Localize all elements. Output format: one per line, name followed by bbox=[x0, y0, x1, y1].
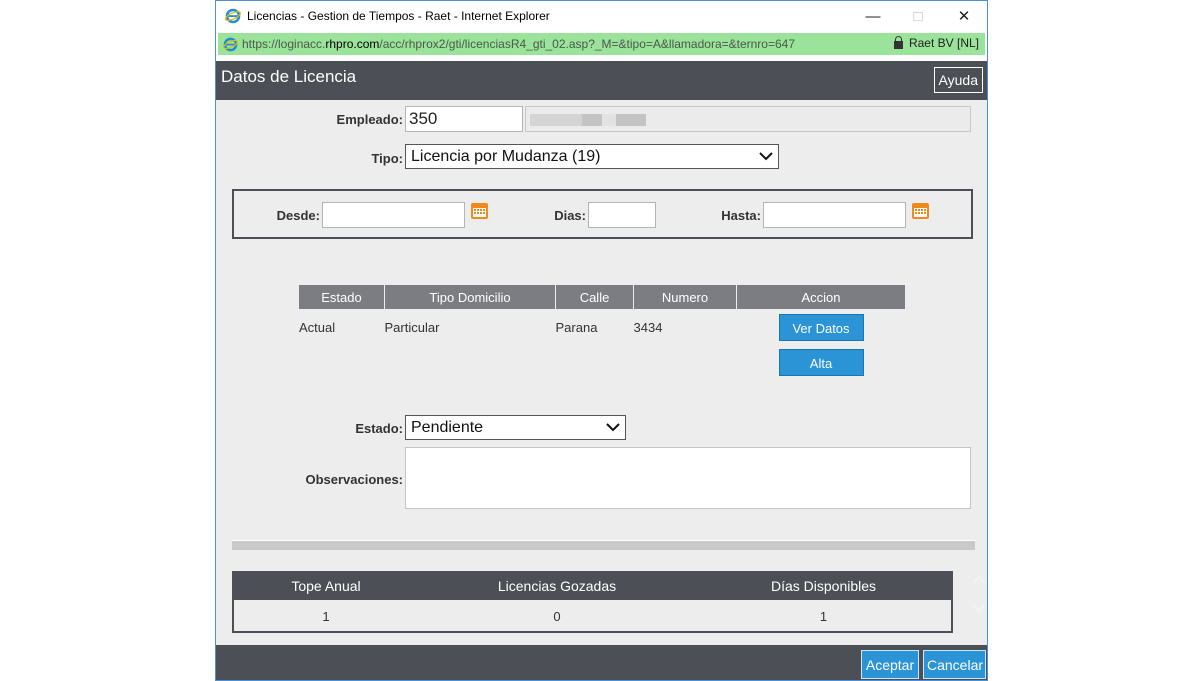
internet-explorer-icon bbox=[223, 37, 238, 51]
browser-window: Licencias - Gestion de Tiempos - Raet - … bbox=[215, 0, 988, 681]
maximize-button[interactable]: □ bbox=[895, 1, 941, 31]
page-title: Datos de Licencia bbox=[221, 67, 357, 86]
ver-datos-button[interactable]: Ver Datos bbox=[778, 314, 864, 341]
column-header: Calle bbox=[555, 285, 634, 309]
estado-select[interactable]: Pendiente bbox=[405, 415, 626, 440]
close-window-button[interactable]: ✕ bbox=[941, 1, 987, 31]
tipo-select[interactable]: Licencia por Mudanza (19) bbox=[405, 144, 779, 169]
hasta-label: Hasta: bbox=[721, 208, 761, 223]
tope-anual-value: 1 bbox=[322, 609, 330, 624]
cell-estado: Actual bbox=[299, 320, 336, 335]
observaciones-label: Observaciones: bbox=[305, 472, 403, 487]
date-range-box: Desde: Dias: Hasta: bbox=[232, 189, 973, 239]
internet-explorer-icon bbox=[225, 8, 241, 24]
desde-label: Desde: bbox=[276, 208, 320, 223]
dias-input[interactable] bbox=[588, 202, 656, 228]
calendar-icon[interactable] bbox=[911, 201, 930, 220]
form-content: Empleado: 350 Tipo: Licencia por Mudanza… bbox=[216, 100, 987, 645]
chevron-down-icon bbox=[606, 423, 620, 432]
estado-label: Estado: bbox=[355, 421, 403, 436]
calendar-icon[interactable] bbox=[470, 201, 489, 220]
table-row: 1 0 1 bbox=[234, 600, 951, 631]
security-indicator[interactable]: Raet BV [NL] bbox=[893, 36, 979, 50]
domicilio-table: Estado Tipo Domicilio Calle Numero Accio… bbox=[299, 285, 905, 376]
chevron-up-icon[interactable] bbox=[971, 575, 987, 585]
title-bar: Licencias - Gestion de Tiempos - Raet - … bbox=[216, 1, 987, 31]
chevron-down-icon[interactable] bbox=[971, 603, 987, 613]
cell-calle: Parana bbox=[555, 320, 598, 335]
empleado-label: Empleado: bbox=[336, 112, 403, 127]
minimize-icon: — bbox=[865, 7, 881, 25]
url-text: https://loginacc.rhpro.com/acc/rhprox2/g… bbox=[242, 37, 796, 51]
column-header: Licencias Gozadas bbox=[497, 578, 617, 594]
footer-bar: Aceptar Cancelar bbox=[216, 645, 987, 680]
cancel-button[interactable]: Cancelar bbox=[923, 650, 986, 679]
accept-button[interactable]: Aceptar bbox=[861, 650, 919, 679]
summary-header-row: Tope Anual Licencias Gozadas Días Dispon… bbox=[234, 571, 951, 600]
dias-disponibles-value: 1 bbox=[819, 609, 828, 624]
column-header: Días Disponibles bbox=[770, 578, 877, 594]
summary-table: Tope Anual Licencias Gozadas Días Dispon… bbox=[232, 571, 953, 633]
column-header: Estado bbox=[299, 285, 385, 309]
licencias-gozadas-value: 0 bbox=[553, 609, 561, 624]
column-header: Accion bbox=[736, 285, 905, 309]
cert-owner: Raet BV [NL] bbox=[908, 36, 979, 50]
cell-numero: 3434 bbox=[633, 320, 663, 335]
observaciones-textarea[interactable] bbox=[405, 447, 971, 509]
maximize-icon: □ bbox=[913, 7, 923, 25]
close-icon: ✕ bbox=[957, 8, 971, 25]
minimize-button[interactable]: — bbox=[850, 1, 896, 31]
dias-label: Dias: bbox=[554, 208, 586, 223]
hasta-input[interactable] bbox=[763, 202, 906, 228]
column-header: Tipo Domicilio bbox=[384, 285, 556, 309]
chevron-down-icon bbox=[759, 152, 773, 161]
column-header: Tope Anual bbox=[291, 578, 361, 594]
address-bar[interactable]: https://loginacc.rhpro.com/acc/rhprox2/g… bbox=[218, 33, 985, 55]
estado-value: Pendiente bbox=[411, 418, 484, 436]
divider bbox=[232, 540, 975, 550]
window-title: Licencias - Gestion de Tiempos - Raet - … bbox=[247, 9, 550, 23]
tipo-value: Licencia por Mudanza (19) bbox=[411, 147, 601, 165]
lock-icon bbox=[893, 36, 903, 49]
page-header: Datos de Licencia Ayuda bbox=[216, 61, 987, 100]
table-row: Actual Particular Parana 3434 Ver Datos … bbox=[299, 309, 905, 376]
tipo-label: Tipo: bbox=[371, 151, 403, 166]
help-button[interactable]: Ayuda bbox=[933, 67, 983, 93]
empleado-name-field bbox=[525, 106, 971, 132]
desde-input[interactable] bbox=[322, 202, 465, 228]
cell-accion: Ver Datos Alta bbox=[737, 309, 906, 376]
cell-tipo-domicilio: Particular bbox=[384, 320, 440, 335]
empleado-input[interactable]: 350 bbox=[405, 106, 523, 132]
column-header: Numero bbox=[633, 285, 737, 309]
alta-button[interactable]: Alta bbox=[778, 349, 864, 376]
